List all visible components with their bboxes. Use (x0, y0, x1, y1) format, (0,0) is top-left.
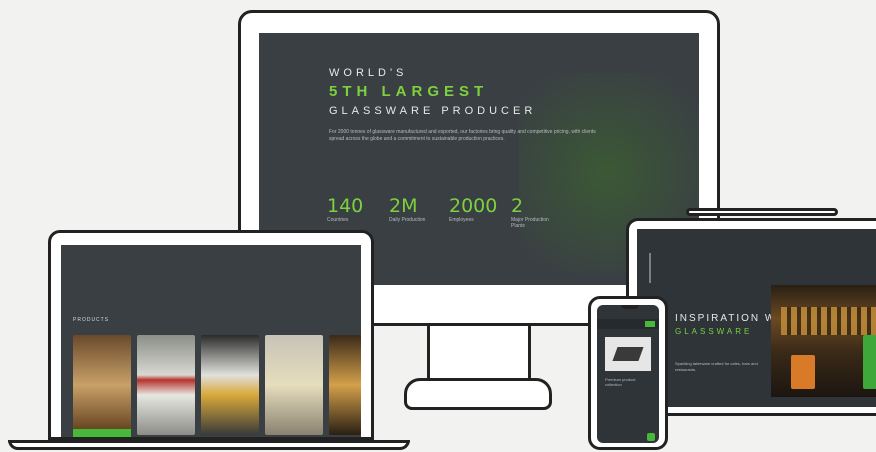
divider (649, 253, 651, 283)
product-image (612, 347, 644, 361)
monitor-stand (427, 326, 531, 380)
hero-paragraph: For 2000 tonnes of glassware manufacture… (329, 129, 596, 142)
product-card[interactable] (201, 335, 259, 435)
phone-notch (621, 305, 639, 309)
monitor-base (404, 378, 552, 410)
laptop: PRODUCTS (48, 230, 374, 440)
stat-label: Countries (327, 217, 349, 223)
laptop-base (8, 440, 410, 450)
bottle-shelf (781, 307, 876, 335)
stat-value: 2000 (449, 195, 498, 217)
stat-plants: 2 Major Production Plants (511, 195, 563, 229)
laptop-screen: PRODUCTS (61, 245, 361, 437)
tablet-screen: INSPIRATION WITH GLASSWARE Sparkling tab… (637, 229, 876, 407)
phone-caption: Premium product collection (605, 377, 636, 387)
tablet-top-button (686, 208, 838, 216)
phone-product-card[interactable] (605, 337, 651, 371)
stat-daily: 2M Daily Production (389, 195, 429, 223)
phone-screen: Premium product collection (597, 305, 659, 443)
hero-line-3: GLASSWARE PRODUCER (329, 105, 537, 117)
hero-line-1: WORLD'S (329, 67, 408, 79)
green-accent-bar (73, 429, 131, 437)
cocktail-glass (791, 355, 815, 389)
product-card[interactable] (265, 335, 323, 435)
green-bottle (863, 335, 876, 389)
stat-employees: 2000 Employees (449, 195, 497, 223)
stat-label: Daily Production (389, 217, 426, 223)
phone: Premium product collection (588, 296, 668, 450)
product-card[interactable] (73, 335, 131, 435)
stat-label: Major Production Plants (511, 217, 549, 229)
stat-value: 2M (389, 195, 418, 217)
product-card[interactable] (329, 335, 361, 435)
stat-label: Employees (449, 217, 474, 223)
products-label: PRODUCTS (73, 317, 110, 323)
product-card[interactable] (137, 335, 195, 435)
bar-photo (771, 285, 876, 397)
tablet-paragraph: Sparkling tableware crafted for cafes, b… (675, 361, 758, 372)
stat-countries: 140 Countries (327, 195, 363, 223)
stat-value: 140 (327, 195, 364, 217)
tablet-subheading: GLASSWARE (675, 327, 753, 336)
stat-value: 2 (511, 195, 524, 217)
menu-icon[interactable] (645, 321, 655, 327)
hero-line-2: 5TH LARGEST (329, 83, 489, 100)
phone-action-button[interactable] (647, 433, 655, 441)
